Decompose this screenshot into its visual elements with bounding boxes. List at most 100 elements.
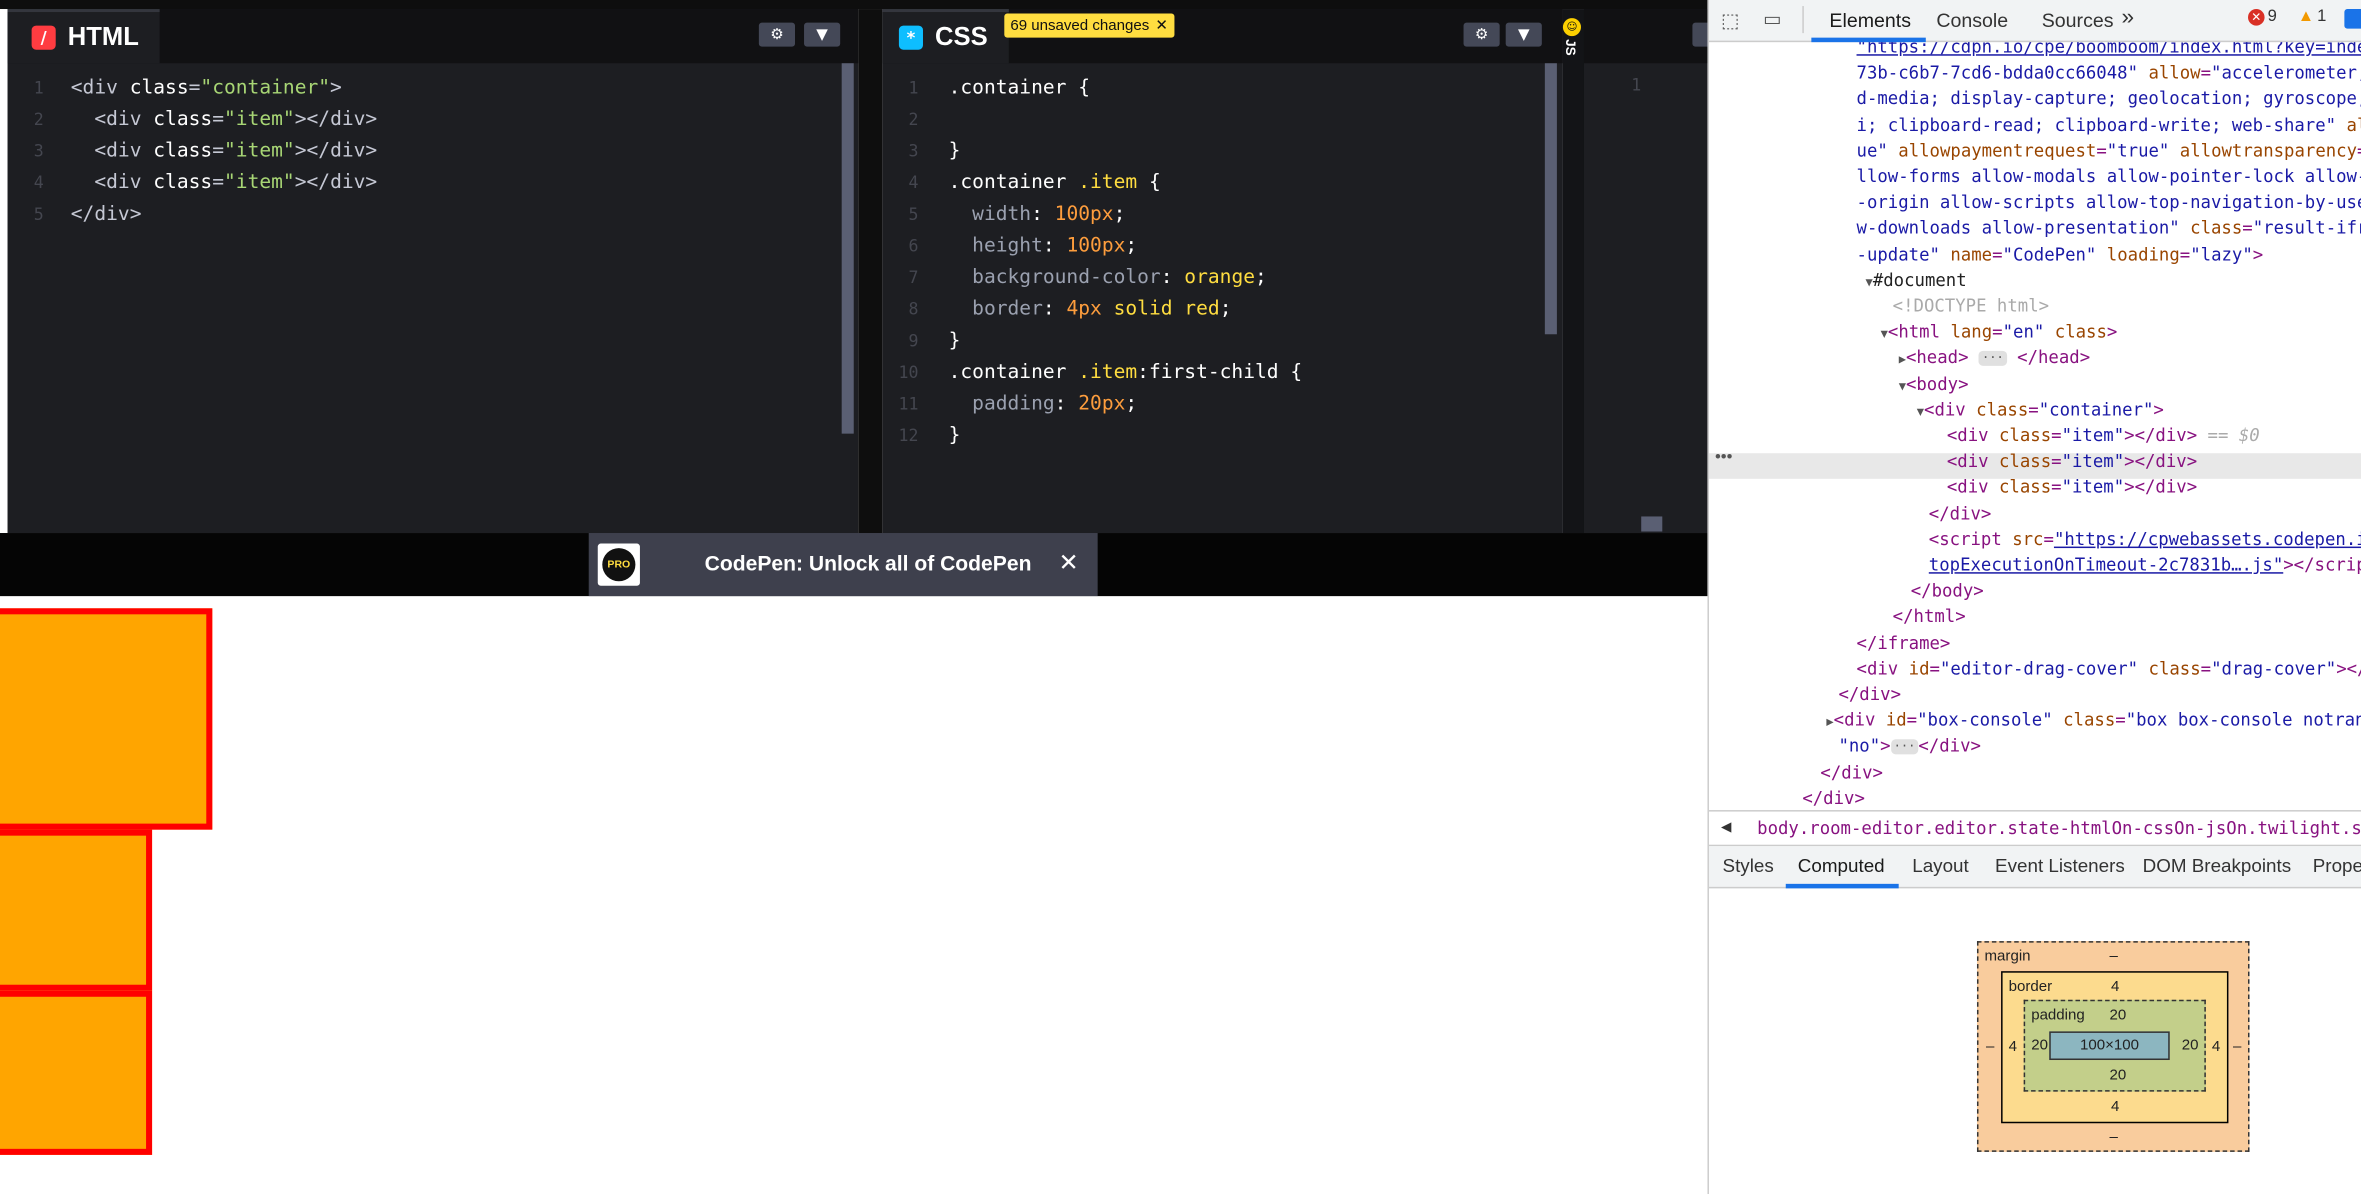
html-line-number: 2 bbox=[33, 109, 44, 130]
inspect-icon[interactable]: ⬚ bbox=[1721, 9, 1740, 33]
code-token: class bbox=[153, 171, 213, 195]
css-icon: * bbox=[898, 25, 923, 50]
tab-sources[interactable]: Sources bbox=[2042, 9, 2114, 32]
dom-node-line[interactable]: <!DOCTYPE html> bbox=[1893, 294, 2049, 320]
unsaved-changes-badge[interactable]: 69 unsaved changes ✕ bbox=[1004, 13, 1174, 38]
css-line-number: 2 bbox=[908, 109, 919, 130]
dom-node-line[interactable]: ue" allowpaymentrequest="true" allowtran… bbox=[1857, 138, 2361, 164]
dom-node-line[interactable]: </iframe> bbox=[1857, 630, 1951, 656]
css-settings-button[interactable]: ⚙ bbox=[1463, 22, 1500, 47]
dom-node-line[interactable]: ▶<div id="box-console" class="box box-co… bbox=[1826, 708, 2361, 734]
tab-event-listeners[interactable]: Event Listeners bbox=[1995, 855, 2125, 876]
dom-node-line[interactable]: ▼#document bbox=[1866, 268, 1967, 294]
tab-layout[interactable]: Layout bbox=[1912, 855, 1969, 876]
error-badge[interactable]: ✕ 9 bbox=[2248, 8, 2277, 26]
dom-node-line[interactable]: </div> bbox=[1838, 682, 1901, 708]
promo-banner[interactable]: PRO CodePen: Unlock all of CodePen ✕ bbox=[588, 533, 1098, 597]
html-line-number: 1 bbox=[33, 78, 44, 98]
html-code-area[interactable]: 1 <div class="container"> 2 <div class="it… bbox=[8, 63, 859, 533]
html-scrollbar[interactable] bbox=[841, 63, 854, 434]
dom-node-line[interactable]: topExecutionOnTimeout-2c7831b….js"></scr… bbox=[1929, 553, 2361, 579]
panel-divider[interactable] bbox=[858, 9, 883, 534]
css-collapse-button[interactable]: ▼ bbox=[1505, 22, 1542, 47]
dom-node-line[interactable]: i; clipboard-read; clipboard-write; web-… bbox=[1857, 112, 2361, 138]
code-token: = bbox=[212, 140, 224, 163]
css-scrollbar[interactable] bbox=[1544, 63, 1557, 335]
js-scrollbar[interactable] bbox=[1641, 516, 1663, 532]
tab-elements[interactable]: Elements bbox=[1829, 9, 1911, 32]
tab-console[interactable]: Console bbox=[1936, 9, 2008, 32]
dom-node-line[interactable]: ▼<div class="container"> bbox=[1917, 397, 2164, 423]
css-panel-header: * CSS ⚙ ▼ bbox=[882, 9, 1563, 64]
close-icon[interactable]: ✕ bbox=[1059, 548, 1079, 577]
warning-count: 1 bbox=[2317, 7, 2327, 26]
js-tab-title[interactable]: JS bbox=[1563, 39, 1578, 56]
dom-node-line[interactable]: 73b-c6b7-7cd6-bdda0cc66048" allow="accel… bbox=[1857, 61, 2361, 87]
tab-styles[interactable]: Styles bbox=[1723, 855, 1774, 876]
html-settings-button[interactable]: ⚙ bbox=[758, 22, 796, 47]
error-count: 9 bbox=[2267, 7, 2277, 26]
dom-node-line[interactable]: </div> bbox=[1820, 760, 1883, 786]
dom-node-line[interactable]: </html> bbox=[1893, 604, 1966, 630]
top-strip bbox=[0, 0, 1708, 10]
code-token: class bbox=[153, 108, 213, 131]
warning-badge[interactable]: ▲ 1 bbox=[2298, 8, 2327, 26]
code-token: .container bbox=[948, 171, 1079, 195]
dom-node-line[interactable]: <div id="editor-drag-cover" class="drag-… bbox=[1857, 656, 2361, 682]
css-code-line: .container { bbox=[949, 72, 1090, 104]
code-token: : bbox=[1042, 234, 1067, 258]
dom-node-line[interactable]: <div class="item"></div> bbox=[1947, 449, 2197, 475]
html-tab[interactable]: / HTML bbox=[7, 9, 160, 64]
html-line-number: 4 bbox=[33, 173, 44, 193]
dom-node-line[interactable]: </div> bbox=[1929, 501, 1992, 527]
gear-icon: ⚙ bbox=[1474, 26, 1489, 43]
tab-dom-breakpoints[interactable]: DOM Breakpoints bbox=[2143, 855, 2292, 876]
html-collapse-button[interactable]: ▼ bbox=[804, 22, 841, 47]
dom-node-line[interactable]: "https://cdpn.io/cpe/boomboom/index.html… bbox=[1857, 42, 2361, 60]
html-tab-title: HTML bbox=[67, 22, 139, 52]
close-icon[interactable]: ✕ bbox=[1155, 17, 1168, 34]
css-line-number: 1 bbox=[908, 78, 919, 98]
elements-tree[interactable]: "https://cdpn.io/cpe/boomboom/index.html… bbox=[1708, 42, 2361, 810]
panel-divider-2[interactable] bbox=[1562, 9, 1584, 534]
border-label: border bbox=[2008, 978, 2053, 996]
code-token: : bbox=[1160, 266, 1185, 290]
css-code-area[interactable]: 1 .container {2 3} 4 .container .item {5 wid… bbox=[882, 63, 1563, 533]
css-line-number: 12 bbox=[898, 426, 919, 446]
dom-node-line[interactable]: <div class="item"></div> bbox=[1947, 475, 2197, 501]
dom-node-line[interactable]: <script src="https://cpwebassets.codepen… bbox=[1929, 527, 2361, 553]
code-token: } bbox=[948, 329, 961, 353]
code-token: 100px bbox=[1066, 234, 1126, 258]
dom-node-line[interactable]: ▶<head> ··· </head> bbox=[1899, 345, 2090, 371]
dom-node-line[interactable]: ▼<html lang="en" class> bbox=[1881, 319, 2118, 345]
tab-computed[interactable]: Computed bbox=[1798, 855, 1885, 876]
dom-node-line[interactable]: </body> bbox=[1911, 578, 1984, 604]
breadcrumb-path[interactable]: body.room-editor.editor.state-htmlOn-css… bbox=[1757, 818, 2361, 839]
dom-node-line[interactable]: </div> bbox=[1802, 786, 1865, 810]
more-tabs-icon[interactable]: » bbox=[2122, 5, 2135, 31]
dom-node-line[interactable]: -origin allow-scripts allow-top-navigati… bbox=[1857, 190, 2361, 216]
padding-right: 20 bbox=[2181, 1037, 2199, 1054]
dom-node-line[interactable]: d-media; display-capture; geolocation; g… bbox=[1857, 86, 2361, 112]
dom-node-line[interactable]: w-downloads allow-presentation" class="r… bbox=[1857, 216, 2361, 242]
gear-icon: ⚙ bbox=[770, 26, 784, 43]
code-token: : bbox=[1054, 392, 1079, 416]
dom-node-line[interactable]: "no"> ··· </div> bbox=[1838, 734, 1981, 760]
issues-icon[interactable] bbox=[2344, 9, 2361, 29]
code-token: ; bbox=[1113, 203, 1126, 226]
tab-properties[interactable]: Prope bbox=[2313, 855, 2361, 876]
code-token: : bbox=[1042, 298, 1067, 321]
promo-text[interactable]: CodePen: Unlock all of CodePen bbox=[705, 551, 1032, 575]
dom-node-line[interactable]: llow-forms allow-modals allow-pointer-lo… bbox=[1857, 164, 2361, 190]
device-toggle-icon[interactable]: ▭ bbox=[1763, 8, 1782, 32]
css-code-line: background-color: orange; bbox=[949, 262, 1267, 294]
breadcrumb: ◀ body.room-editor.editor.state-htmlOn-c… bbox=[1708, 810, 2361, 847]
node-menu-icon[interactable]: ••• bbox=[1715, 449, 1732, 467]
css-tab[interactable]: * CSS bbox=[882, 9, 1009, 64]
code-token: </div> bbox=[70, 203, 142, 226]
breadcrumb-back-icon[interactable]: ◀ bbox=[1721, 819, 1731, 836]
dom-node-line[interactable]: <div class="item"></div> == $0 bbox=[1947, 423, 2260, 449]
js-settings-button[interactable] bbox=[1692, 22, 1708, 47]
dom-node-line[interactable]: -update" name="CodePen" loading="lazy"> bbox=[1857, 242, 2264, 268]
dom-node-line[interactable]: ▼<body> bbox=[1899, 371, 1969, 397]
